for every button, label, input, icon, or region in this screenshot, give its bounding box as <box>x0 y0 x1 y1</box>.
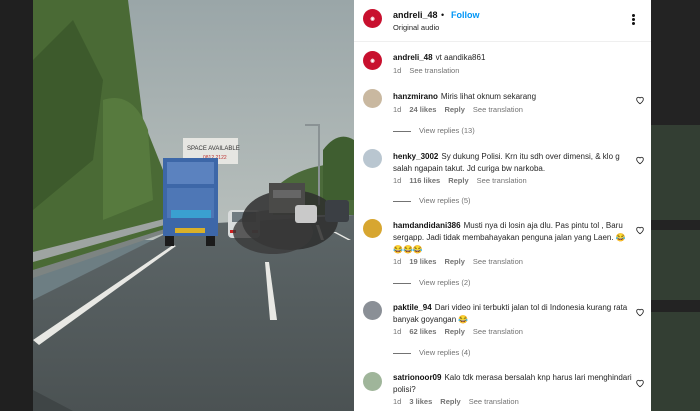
see-translation-link[interactable]: See translation <box>473 257 523 266</box>
comment-age: 1d <box>393 257 402 266</box>
heart-icon[interactable] <box>635 225 645 235</box>
comment-username[interactable]: hamdandidani386 <box>393 221 461 230</box>
post-username[interactable]: andreli_48 <box>393 10 438 20</box>
billboard-text: SPACE AVAILABLE <box>187 146 240 152</box>
comment-username[interactable]: satrionoor09 <box>393 373 441 382</box>
avatar[interactable]: ◉ <box>363 9 382 28</box>
post-panel: ◉ andreli_48 • Follow Original audio ◉ a… <box>354 0 651 411</box>
comment-age: 1d <box>393 105 402 114</box>
comment-username[interactable]: paktile_94 <box>393 303 432 312</box>
see-translation-link[interactable]: See translation <box>477 176 527 185</box>
see-translation-link[interactable]: See translation <box>409 66 459 75</box>
brand-logo-icon: ◉ <box>370 15 375 22</box>
background-thumbnail <box>651 125 700 220</box>
comment-age: 1d <box>393 327 402 336</box>
background-thumbnail <box>651 230 700 300</box>
divider <box>393 130 411 132</box>
view-replies-label: View replies (5) <box>419 196 471 205</box>
view-replies-button[interactable]: View replies (4) <box>393 348 471 357</box>
view-replies-label: View replies (2) <box>419 278 471 287</box>
comment-likes[interactable]: 19 likes <box>409 257 436 266</box>
comment-age: 1d <box>393 66 402 75</box>
modal-backdrop-left[interactable] <box>0 0 33 411</box>
comment-likes[interactable]: 116 likes <box>409 176 440 185</box>
avatar[interactable] <box>363 372 382 391</box>
reply-button[interactable]: Reply <box>444 257 464 266</box>
see-translation-link[interactable]: See translation <box>473 327 523 336</box>
comment-age: 1d <box>393 176 402 185</box>
divider <box>393 352 411 354</box>
reply-button[interactable]: Reply <box>440 397 460 406</box>
divider <box>393 200 411 202</box>
reply-button[interactable]: Reply <box>444 105 464 114</box>
video-player[interactable]: SPACE AVAILABLE 0812 2122 <box>33 0 354 411</box>
audio-link[interactable]: Original audio <box>393 23 439 32</box>
modal-backdrop-right[interactable] <box>651 0 700 411</box>
avatar[interactable]: ◉ <box>363 51 382 70</box>
heart-icon[interactable] <box>635 307 645 317</box>
background-thumbnail <box>651 312 700 411</box>
comment-username[interactable]: hanzmirano <box>393 92 438 101</box>
video-frame: SPACE AVAILABLE 0812 2122 <box>33 0 354 411</box>
view-replies-label: View replies (4) <box>419 348 471 357</box>
caption-text: vt aandika861 <box>435 53 486 62</box>
avatar[interactable] <box>363 301 382 320</box>
avatar[interactable] <box>363 149 382 168</box>
brand-logo-icon: ◉ <box>370 57 375 64</box>
avatar[interactable] <box>363 89 382 108</box>
comment-age: 1d <box>393 397 402 406</box>
heart-icon[interactable] <box>635 155 645 165</box>
comment-likes[interactable]: 24 likes <box>409 105 436 114</box>
comment-likes[interactable]: 3 likes <box>409 397 432 406</box>
reply-button[interactable]: Reply <box>448 176 468 185</box>
more-horizontal-icon[interactable] <box>628 13 640 25</box>
follow-button[interactable]: Follow <box>451 10 480 20</box>
see-translation-link[interactable]: See translation <box>469 397 519 406</box>
view-replies-button[interactable]: View replies (13) <box>393 126 475 135</box>
reply-button[interactable]: Reply <box>444 327 464 336</box>
caption-username[interactable]: andreli_48 <box>393 53 433 62</box>
heart-icon[interactable] <box>635 95 645 105</box>
comment-likes[interactable]: 62 likes <box>409 327 436 336</box>
heart-icon[interactable] <box>635 378 645 388</box>
separator: • <box>441 10 445 20</box>
avatar[interactable] <box>363 219 382 238</box>
post-header: ◉ andreli_48 • Follow Original audio <box>354 0 651 42</box>
comment-username[interactable]: henky_3002 <box>393 152 438 161</box>
view-replies-button[interactable]: View replies (5) <box>393 196 471 205</box>
divider <box>393 282 411 284</box>
comment-text: Miris lihat oknum sekarang <box>440 92 537 101</box>
view-replies-label: View replies (13) <box>419 126 475 135</box>
view-replies-button[interactable]: View replies (2) <box>393 278 471 287</box>
see-translation-link[interactable]: See translation <box>473 105 523 114</box>
